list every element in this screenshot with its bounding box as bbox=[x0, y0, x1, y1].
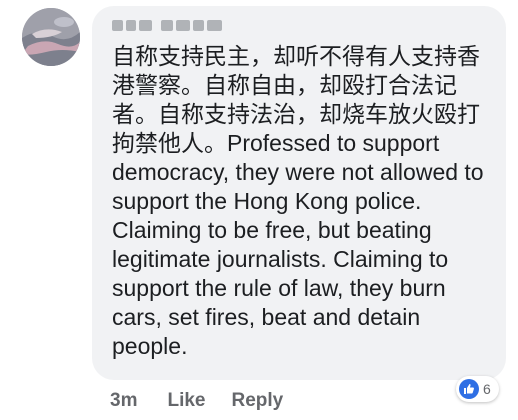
avatar[interactable] bbox=[22, 8, 80, 66]
like-button[interactable]: Like bbox=[167, 390, 205, 412]
comment-actions: 3m Like Reply bbox=[110, 388, 283, 414]
comment-author-name[interactable]: ▒▒▒ ▒▒▒▒▒▒▒ bbox=[112, 15, 222, 35]
comment-text: 自称支持民主，却听不得有人支持香港警察。自称自由，却殴打合法记者。自称支持法治，… bbox=[112, 42, 497, 361]
reply-button[interactable]: Reply bbox=[232, 390, 284, 412]
reaction-count: 6 bbox=[483, 381, 491, 397]
reaction-summary[interactable]: 6 bbox=[456, 376, 499, 402]
comment-text-content: 自称支持民主，却听不得有人支持香港警察。自称自由，却殴打合法记者。自称支持法治，… bbox=[112, 43, 484, 359]
author-name-text: ▒▒▒ ▒▒▒▒▒▒▒ bbox=[112, 15, 222, 31]
thumbs-up-icon bbox=[459, 379, 479, 399]
comment-timestamp[interactable]: 3m bbox=[110, 390, 137, 412]
